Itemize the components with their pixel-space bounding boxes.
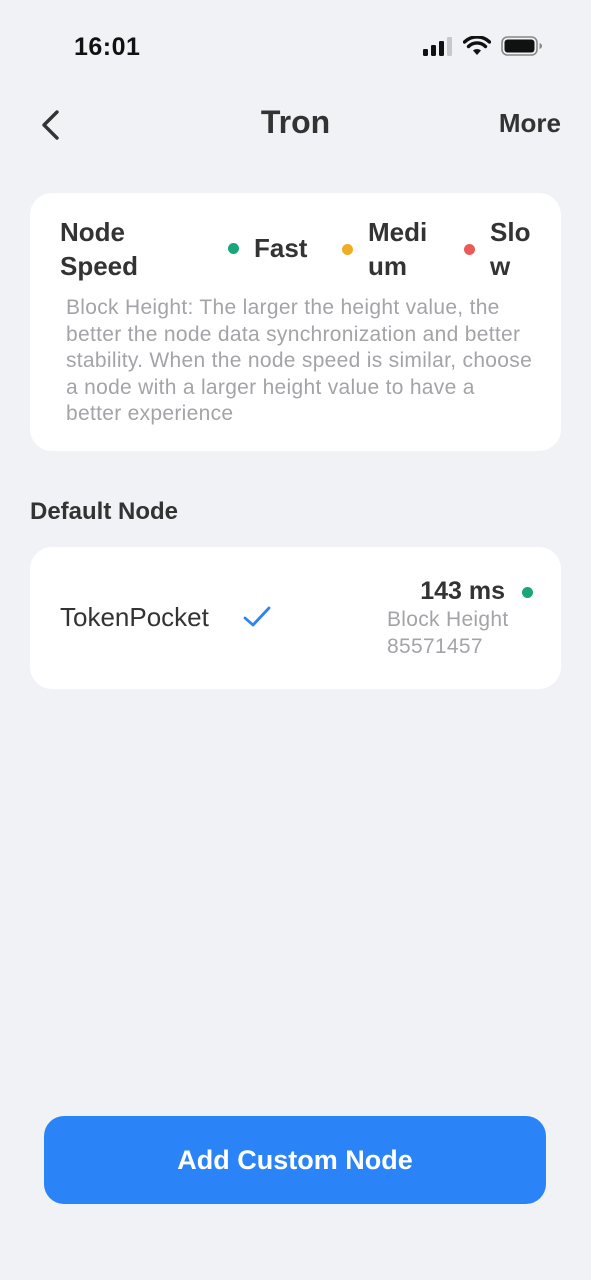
speed-label-fast: Fast: [254, 233, 308, 263]
speed-label-medium: Medium: [368, 217, 428, 281]
node-name: TokenPocket: [60, 602, 209, 632]
node-speed-dot: [522, 587, 533, 598]
checkmark-icon: [243, 606, 271, 627]
battery-icon: [501, 36, 542, 56]
block-height-description: Block Height: The larger the height valu…: [66, 296, 533, 425]
status-time: 16:01: [74, 33, 141, 61]
node-settings-screen: 16:01 Tron More Node Speed Fast Medium S…: [0, 0, 591, 1280]
wifi-icon: [463, 36, 491, 55]
speed-dot-slow: [464, 243, 475, 255]
node-item-tokenpocket[interactable]: TokenPocket 143 ms Block Height 85571457: [30, 547, 561, 689]
more-button[interactable]: More: [499, 108, 561, 139]
speed-legend-fast: Fast: [228, 231, 307, 265]
default-node-section-title: Default Node: [30, 498, 179, 525]
speed-label-slow: Slow: [490, 217, 531, 281]
add-custom-node-button[interactable]: Add Custom Node: [44, 1116, 546, 1204]
node-speed-legend-card: Node Speed Fast Medium Slow Block Height…: [30, 193, 561, 451]
status-icons: [423, 36, 543, 56]
navigation-bar: Tron More: [0, 90, 591, 160]
status-bar: 16:01: [0, 0, 591, 90]
speed-legend-medium: Medium: [342, 215, 438, 283]
signal-icon: [423, 37, 452, 56]
speed-dot-medium: [342, 243, 353, 255]
speed-dot-fast: [228, 242, 239, 254]
block-height-value: 85571457: [387, 635, 483, 658]
speed-legend-slow: Slow: [464, 215, 536, 283]
node-speed-label: Node Speed: [60, 217, 139, 281]
node-latency: 143 ms: [420, 577, 505, 605]
block-height-label: Block Height: [387, 608, 509, 631]
